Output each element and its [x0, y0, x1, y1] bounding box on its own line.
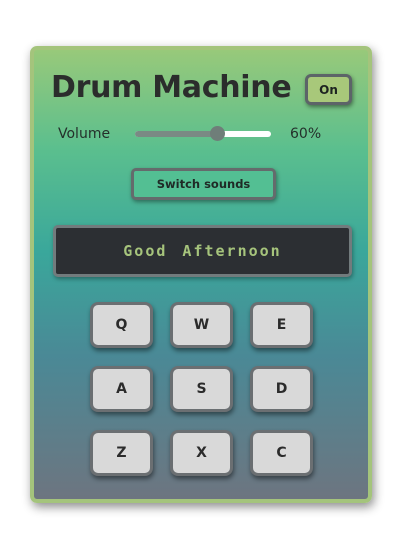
power-toggle-button[interactable]: On [305, 74, 352, 105]
volume-value: 60% [290, 126, 322, 142]
switch-sounds-button[interactable]: Switch sounds [131, 168, 276, 200]
drum-pad-d[interactable]: D [250, 366, 313, 412]
drum-machine: Drum Machine On Volume 60% Switch sounds… [30, 46, 372, 503]
drum-pad-w[interactable]: W [170, 302, 233, 348]
drum-pad-q[interactable]: Q [90, 302, 153, 348]
drum-pad-s[interactable]: S [170, 366, 233, 412]
volume-slider[interactable] [135, 126, 271, 141]
drum-pad-e[interactable]: E [250, 302, 313, 348]
display-screen: Good Afternoon [53, 225, 352, 277]
drum-pad-z[interactable]: Z [90, 430, 153, 476]
app-title: Drum Machine [51, 70, 292, 105]
drum-pad-a[interactable]: A [90, 366, 153, 412]
volume-slider-fill [135, 131, 217, 137]
drum-pad-c[interactable]: C [250, 430, 313, 476]
volume-label: Volume [58, 126, 111, 142]
volume-slider-thumb[interactable] [209, 126, 225, 141]
drum-pad-x[interactable]: X [170, 430, 233, 476]
